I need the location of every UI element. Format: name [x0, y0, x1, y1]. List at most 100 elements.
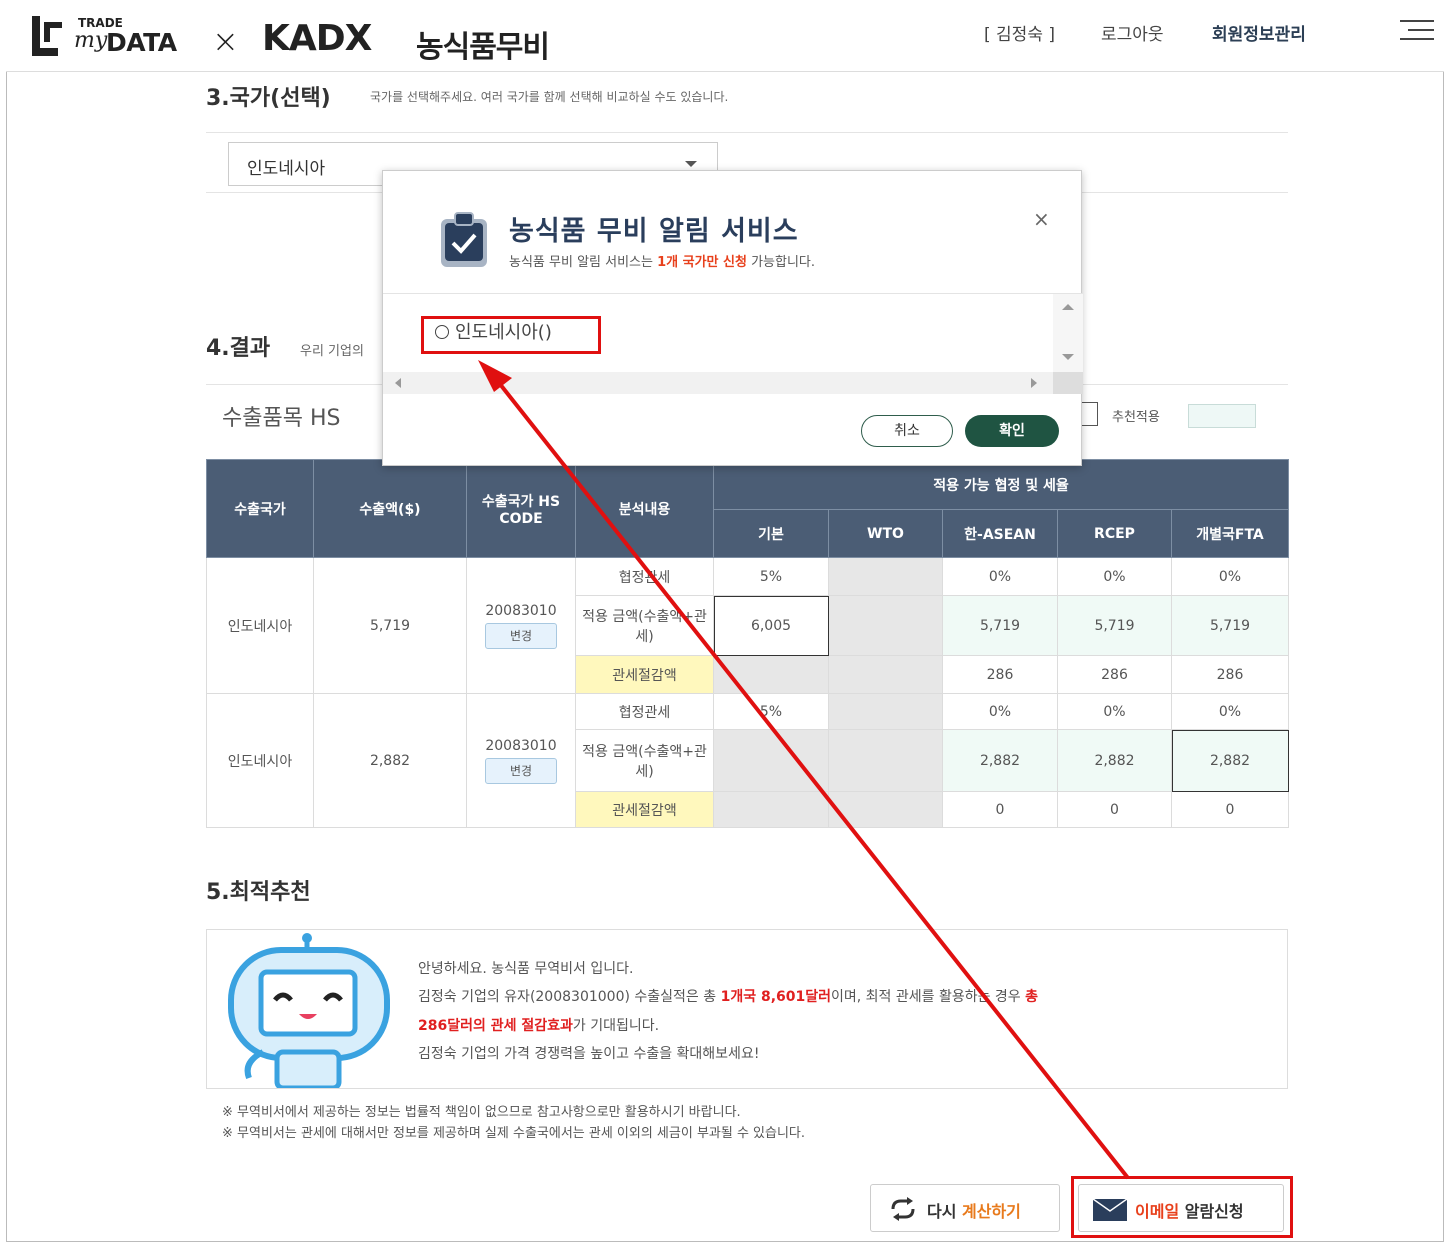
recommendation-panel: [206, 929, 1288, 1089]
hs-code-value: 20083010: [485, 602, 557, 619]
cell-asean: 0%: [942, 693, 1058, 730]
logo-x-separator: ×: [212, 22, 239, 60]
disclaimer-1: ※ 무역비서에서 제공하는 정보는 법률적 책임이 없으므로 참고사항으로만 활…: [222, 1105, 741, 1120]
country-select-value: 인도네시아: [247, 159, 326, 179]
result-table: 수출국가 수출액($) 수출국가 HS CODE 분석내용 적용 가능 협정 및…: [206, 459, 1290, 828]
robot-mascot-icon: [228, 933, 390, 1088]
col-header-country: 수출국가: [206, 459, 314, 558]
change-button[interactable]: 변경: [485, 757, 557, 784]
section4-desc: 우리 기업의: [300, 344, 364, 359]
clipboard-check-icon: [441, 212, 487, 267]
col-header-basic: 기본: [713, 509, 829, 558]
cell-basic: 5%: [713, 693, 829, 730]
vertical-scrollbar[interactable]: [1053, 294, 1083, 372]
scroll-right-icon[interactable]: [1031, 378, 1037, 388]
modal-title: 농식품 무비 알림 서비스: [509, 216, 799, 247]
scroll-up-icon[interactable]: [1062, 304, 1074, 310]
logo-service-name: 농식품무비: [416, 30, 550, 65]
refresh-icon: [891, 1197, 915, 1221]
cell-rcep: 0%: [1057, 557, 1172, 596]
col-header-fta: 개별국FTA: [1170, 509, 1290, 558]
cell-basic: [713, 655, 829, 694]
cell-fta: 286: [1170, 655, 1290, 694]
scrollbar-corner: [1053, 372, 1083, 394]
cancel-button[interactable]: 취소: [861, 415, 953, 447]
cell-fta: 5,719: [1170, 595, 1290, 656]
recalculate-label: 다시 계산하기: [927, 1202, 1021, 1221]
cell-asean: 5,719: [942, 595, 1058, 656]
cell-wto: [828, 729, 943, 792]
cell-wto: [828, 655, 943, 694]
change-button[interactable]: 변경: [485, 622, 557, 649]
col-header-wto: WTO: [828, 509, 943, 558]
rec-line-1: 안녕하세요. 농식품 무역비서 입니다.: [418, 961, 634, 977]
cell-wto: [828, 595, 943, 656]
rec-line-3: 286달러의 관세 절감효과가 기대됩니다.: [418, 1018, 660, 1034]
cell-analysis-label: 협정관세: [575, 693, 714, 730]
recommend-checkbox[interactable]: [1081, 402, 1098, 426]
scroll-down-icon[interactable]: [1062, 354, 1074, 360]
cell-country: 인도네시아: [206, 557, 314, 694]
close-icon[interactable]: ×: [1033, 207, 1050, 231]
cell-asean: 0: [942, 791, 1058, 828]
section3-desc: 국가를 선택해주세요. 여러 국가를 함께 선택해 비교하실 수도 있습니다.: [370, 90, 729, 104]
cell-fta: 2,882: [1170, 729, 1290, 792]
logout-link[interactable]: 로그아웃: [1101, 20, 1164, 45]
disclaimer-2: ※ 무역비서는 관세에 대해서만 정보를 제공하며 실제 수출국에서는 관세 이…: [222, 1126, 806, 1141]
site-header: TRADE my DATA × KADX 농식품무비 [ 김정숙 ] 로그아웃 …: [6, 4, 1444, 72]
chevron-down-icon: [685, 161, 697, 167]
hs-code-value: 20083010: [485, 737, 557, 754]
horizontal-scrollbar[interactable]: [383, 372, 1053, 394]
section3-title: 3.국가(선택): [206, 86, 331, 111]
cell-hs: 20083010 변경: [466, 557, 576, 694]
logo-kadx-text: KADX: [262, 18, 372, 59]
trademydata-logo-icon: [32, 16, 62, 56]
table-row: 인도네시아 2,882 20083010 변경 협정관세 5% 0% 0% 0%: [206, 693, 1290, 828]
confirm-button[interactable]: 확인: [965, 415, 1059, 447]
cell-analysis-label: 적용 금액(수출액+관세): [575, 595, 714, 656]
user-name: [ 김정숙 ]: [984, 25, 1055, 45]
cell-amount: 5,719: [313, 557, 467, 694]
scroll-left-icon[interactable]: [395, 378, 401, 388]
cell-analysis-label: 협정관세: [575, 557, 714, 596]
cell-asean: 286: [942, 655, 1058, 694]
cell-wto: [828, 693, 943, 730]
cell-basic: 6,005: [713, 595, 829, 656]
recommend-field[interactable]: [1188, 404, 1256, 428]
col-header-rcep: RCEP: [1057, 509, 1172, 558]
col-header-agreements: 적용 가능 협정 및 세율: [712, 459, 1290, 510]
cell-wto: [828, 557, 943, 596]
logo-data-text: DATA: [106, 28, 177, 57]
cell-amount: 2,882: [313, 693, 467, 828]
cell-fta: 0: [1170, 791, 1290, 828]
cell-rcep: 0: [1057, 791, 1172, 828]
logo-my-text: my: [74, 28, 108, 53]
col-header-analysis: 분석내용: [575, 459, 714, 558]
recalculate-button[interactable]: 다시 계산하기: [870, 1184, 1060, 1232]
section5-title: 5.최적추천: [206, 880, 311, 905]
rec-line-4: 김정숙 기업의 가격 경쟁력을 높이고 수출을 확대해보세요!: [418, 1046, 760, 1062]
hamburger-menu-icon[interactable]: [1400, 18, 1434, 42]
cell-hs: 20083010 변경: [466, 693, 576, 828]
col-header-hs-code: 수출국가 HS CODE: [466, 459, 576, 558]
member-info-link[interactable]: 회원정보관리: [1212, 20, 1306, 45]
cell-basic: 5%: [713, 557, 829, 596]
cell-rcep: 0%: [1057, 693, 1172, 730]
cell-basic: [713, 791, 829, 828]
col-header-amount: 수출액($): [313, 459, 467, 558]
cell-basic: [713, 729, 829, 792]
modal-subtitle: 농식품 무비 알림 서비스는 1개 국가만 신청 가능합니다.: [509, 255, 816, 270]
cell-country: 인도네시아: [206, 693, 314, 828]
rec-line-2: 김정숙 기업의 유자(2008301000) 수출실적은 총 1개국 8,601…: [418, 989, 1039, 1005]
cell-rcep: 2,882: [1057, 729, 1172, 792]
cell-rcep: 5,719: [1057, 595, 1172, 656]
section4-title: 4.결과: [206, 336, 271, 361]
cell-fta: 0%: [1170, 557, 1290, 596]
cell-asean: 2,882: [942, 729, 1058, 792]
cell-rcep: 286: [1057, 655, 1172, 694]
table-row: 인도네시아 5,719 20083010 변경 협정관세 5% 0% 0% 0%: [206, 557, 1290, 694]
hs-label: 수출품목 HS: [222, 406, 341, 431]
cell-analysis-label: 관세절감액: [575, 655, 714, 694]
cell-analysis-label: 적용 금액(수출액+관세): [575, 729, 714, 792]
highlight-email-button: [1071, 1176, 1293, 1238]
